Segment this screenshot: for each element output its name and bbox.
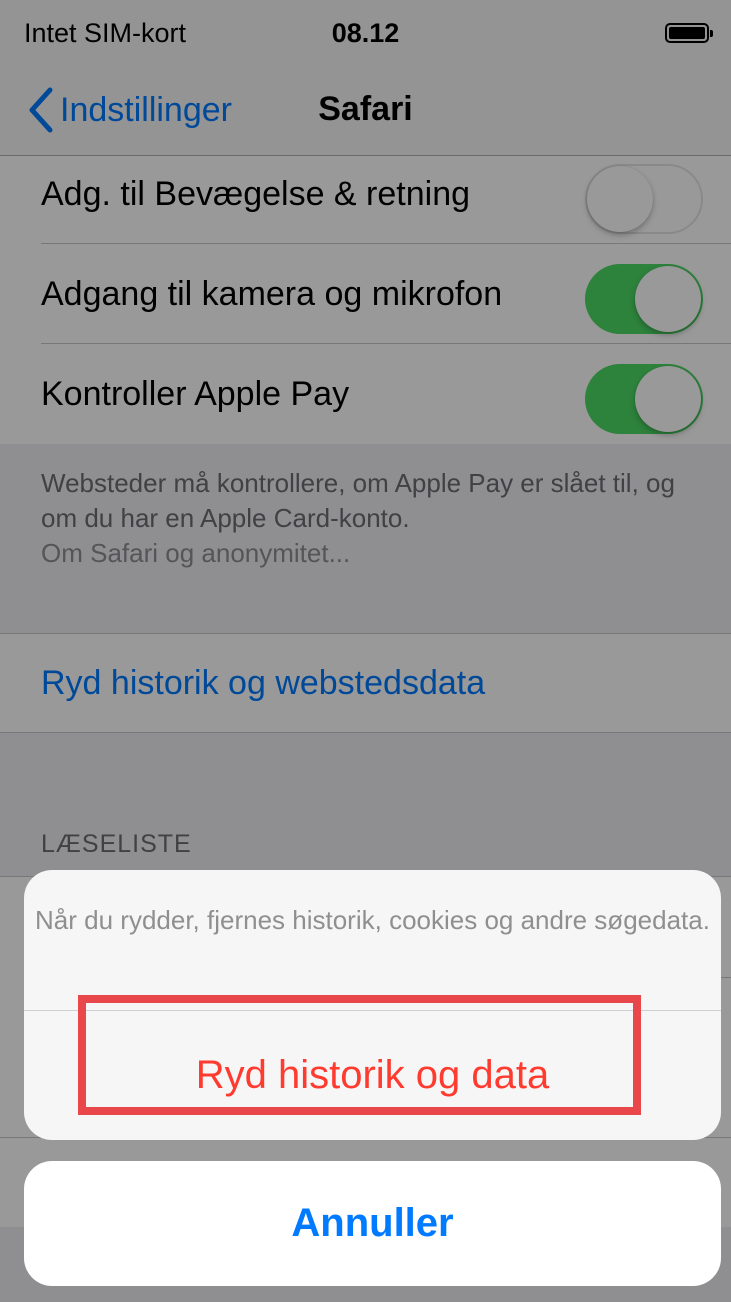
clear-history-and-data-button[interactable]: Ryd historik og data	[24, 1011, 721, 1140]
action-sheet: Når du rydder, fjernes historik, cookies…	[24, 870, 721, 1140]
screen: Intet SIM-kort 08.12 Indstillinger Safar…	[0, 0, 731, 1302]
action-sheet-message: Når du rydder, fjernes historik, cookies…	[35, 905, 710, 935]
cancel-button[interactable]: Annuller	[24, 1161, 721, 1286]
